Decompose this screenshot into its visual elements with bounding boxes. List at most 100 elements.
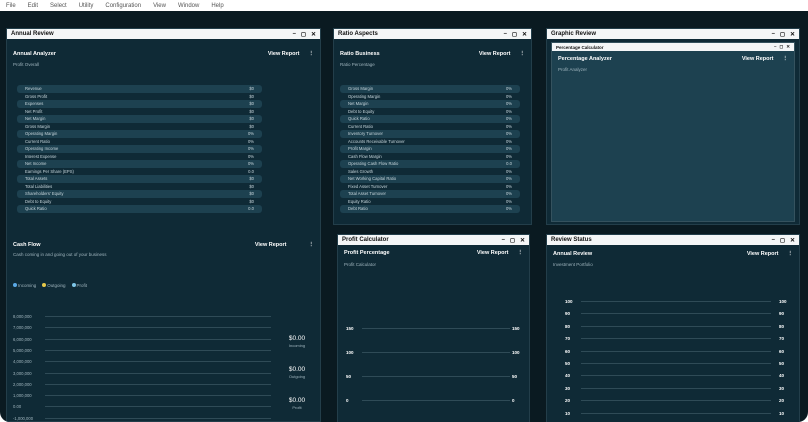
y-tick-label: 100 xyxy=(565,299,573,304)
minimize-icon[interactable]: – xyxy=(772,237,775,244)
menu-item-view[interactable]: View xyxy=(153,3,166,9)
review-status-titlebar[interactable]: Review Status – ◻ ✕ xyxy=(547,235,799,245)
list-item: Equity Ratio 0% xyxy=(340,198,520,206)
grid-line xyxy=(45,417,271,419)
list-item: Fixed Asset Turnover 0% xyxy=(340,183,520,191)
list-item: Net Working Capital Ratio 0% xyxy=(340,175,520,183)
y-tick-label: 50 xyxy=(346,374,352,379)
minimize-icon[interactable]: – xyxy=(774,44,777,50)
y-tick-label-right: 100 xyxy=(512,350,520,355)
list-item: Accounts Receivable Turnover 0% xyxy=(340,138,520,146)
cash-label: Incoming xyxy=(288,343,306,348)
grid-line xyxy=(581,375,771,377)
cash-value-profit: $0.00 Profit xyxy=(275,397,319,411)
y-tick-label-right: 60 xyxy=(779,348,785,354)
y-tick-label: 6,000,000 xyxy=(13,336,32,342)
maximize-icon[interactable]: ◻ xyxy=(512,31,517,38)
kebab-icon[interactable]: ⋮ xyxy=(518,250,524,256)
grid-line xyxy=(45,395,271,397)
y-tick-label: 40 xyxy=(565,373,571,379)
list-item: Debt Ratio 0% xyxy=(340,205,520,213)
minimize-icon[interactable]: – xyxy=(772,31,775,38)
y-tick-label-right: 80 xyxy=(779,323,785,329)
list-item: Profit Margin 0% xyxy=(340,145,520,153)
minimize-icon[interactable]: – xyxy=(504,31,507,38)
percentage-calculator-panel: Percentage Calculator – ◻ ✕ Percentage A… xyxy=(551,42,795,222)
menu-item-file[interactable]: File xyxy=(6,3,16,9)
close-icon[interactable]: ✕ xyxy=(522,31,527,38)
maximize-icon[interactable]: ◻ xyxy=(780,31,785,38)
y-tick-label: 80 xyxy=(565,323,571,329)
menu-item-help[interactable]: Help xyxy=(211,3,223,9)
cash-amount: $0.00 xyxy=(288,366,306,373)
metric-label: Sales Growth xyxy=(348,168,374,174)
section-subtitle: Investment Portfolio xyxy=(553,262,593,267)
section-subtitle: Profit Analyzer xyxy=(558,67,588,72)
y-tick-label: 10 xyxy=(565,410,571,416)
y-tick-label: 0.00 xyxy=(13,404,22,410)
metric-value: 0% xyxy=(505,108,512,114)
list-item: Net Margin 0% xyxy=(340,100,520,108)
metric-label: Total Asset Turnover xyxy=(348,191,386,197)
kebab-icon[interactable]: ⋮ xyxy=(788,251,794,257)
close-icon[interactable]: ✕ xyxy=(520,237,525,244)
section-subtitle: Profit Calculator xyxy=(344,262,377,267)
menu-item-edit[interactable]: Edit xyxy=(28,3,38,9)
menu-item-select[interactable]: Select xyxy=(50,3,67,9)
grid-line xyxy=(45,406,271,408)
desktop: Annual Review – ◻ ✕ Annual Analyzer View… xyxy=(0,11,808,422)
kebab-icon[interactable]: ⋮ xyxy=(520,51,526,57)
y-tick-label: 20 xyxy=(565,398,571,404)
y-tick-label-right: 30 xyxy=(779,385,785,391)
view-report-button[interactable]: View Report xyxy=(747,251,779,257)
y-tick-label: 5,000,000 xyxy=(13,347,32,353)
metric-label: Profit Margin xyxy=(348,146,372,152)
grid-line xyxy=(45,383,271,385)
metric-value: 0% xyxy=(505,153,512,159)
percentage-calculator-titlebar[interactable]: Percentage Calculator – ◻ ✕ xyxy=(552,43,794,51)
menu-item-utility[interactable]: Utility xyxy=(79,3,94,9)
y-tick-label-right: 50 xyxy=(512,374,518,379)
metric-value: 0% xyxy=(505,183,512,189)
y-tick-label: 7,000,000 xyxy=(13,325,32,331)
list-item: Quick Ratio 0% xyxy=(340,115,520,123)
maximize-icon[interactable]: ◻ xyxy=(780,237,785,244)
profit-calculator-titlebar[interactable]: Profit Calculator – ◻ ✕ xyxy=(338,235,529,245)
grid-line xyxy=(581,387,771,389)
close-icon[interactable]: ✕ xyxy=(786,44,790,50)
menu-bar: File Edit Select Utility Configuration View Wi… xyxy=(0,0,808,11)
metric-value: 0% xyxy=(505,86,512,92)
grid-line xyxy=(581,400,771,402)
y-tick-label: -1,000,000 xyxy=(13,415,34,421)
view-report-button[interactable]: View Report xyxy=(479,51,511,57)
close-icon[interactable]: ✕ xyxy=(790,31,795,38)
metric-value: 0% xyxy=(505,176,512,182)
ratio-aspects-titlebar[interactable]: Ratio Aspects – ◻ ✕ xyxy=(334,29,531,39)
maximize-icon[interactable]: ◻ xyxy=(510,237,515,244)
metric-label: Operating Cash Flow Ratio xyxy=(348,161,399,167)
minimize-icon[interactable]: – xyxy=(502,237,505,244)
section-title: Annual Review xyxy=(553,251,593,257)
close-icon[interactable]: ✕ xyxy=(790,237,795,244)
view-report-button[interactable]: View Report xyxy=(742,56,774,62)
list-item: Inventory Turnover 0% xyxy=(340,130,520,138)
metric-label: Debt Ratio xyxy=(348,206,368,212)
kebab-icon[interactable]: ⋮ xyxy=(783,56,789,62)
grid-line xyxy=(581,363,771,364)
menu-item-window[interactable]: Window xyxy=(178,3,199,9)
profit-percentage-header: Profit Percentage View Report ⋮ xyxy=(338,247,529,259)
metric-label: Operating Margin xyxy=(348,93,381,99)
y-tick-label-right: 50 xyxy=(779,361,785,366)
annual-review-header: Annual Review View Report ⋮ xyxy=(547,248,799,260)
view-report-button[interactable]: View Report xyxy=(477,250,509,256)
y-tick-label: 8,000,000 xyxy=(13,314,32,319)
grid-line xyxy=(581,325,771,327)
maximize-icon[interactable]: ◻ xyxy=(779,44,783,50)
graphic-review-titlebar[interactable]: Graphic Review – ◻ ✕ xyxy=(547,29,799,39)
window-title: Profit Calculator xyxy=(342,237,389,243)
menu-item-configuration[interactable]: Configuration xyxy=(105,3,141,9)
ratio-business-header: Ratio Business View Report ⋮ xyxy=(334,48,531,60)
y-tick-label: 50 xyxy=(565,361,571,366)
y-tick-label: 150 xyxy=(346,326,354,331)
metric-label: Inventory Turnover xyxy=(348,131,383,137)
